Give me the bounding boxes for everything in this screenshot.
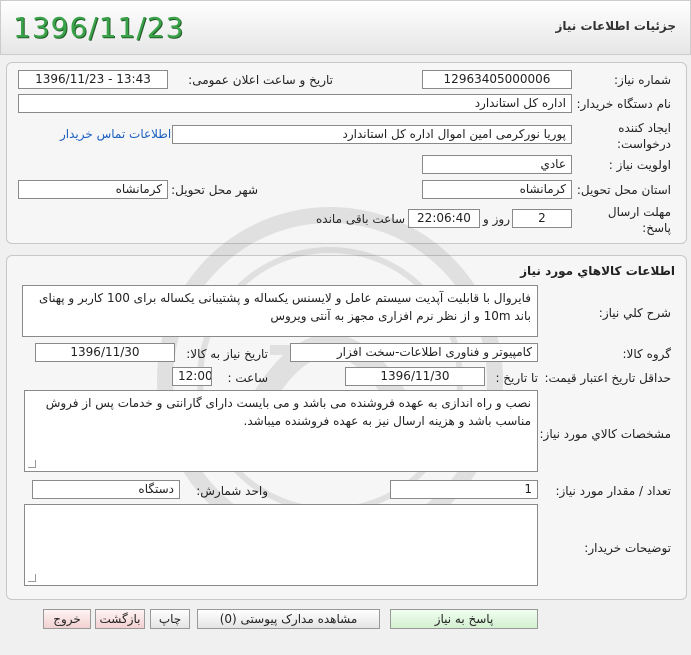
province-field: کرمانشاه [422, 180, 572, 199]
need-date-field: 1396/11/30 [35, 343, 175, 362]
page-header: 1396/11/23 جزئیات اطلاعات نیاز [0, 0, 691, 55]
group-label: گروه کالا: [622, 347, 672, 361]
buyer-notes-label: توضیحات خریدار: [584, 541, 671, 555]
contact-info-link[interactable]: اطلاعات تماس خریدار [60, 127, 171, 141]
deadline-days-field: 2 [512, 209, 572, 228]
description-text: فایروال با قابلیت آپدیت سیستم عامل و لای… [39, 291, 531, 323]
price-validity-label: حداقل تاریخ اعتبار قیمت: [544, 371, 671, 385]
deadline-label: مهلت ارسال پاسخ: [607, 205, 671, 235]
description-label: شرح کلي نياز: [598, 306, 671, 320]
qty-label: تعداد / مقدار مورد نیاز: [555, 484, 671, 498]
priority-field: عادي [422, 155, 572, 174]
resize-grip-icon[interactable] [28, 460, 36, 468]
creator-field: پوریا نورکرمی امین اموال اداره کل استاند… [172, 125, 572, 144]
remaining-word: ساعت باقی مانده [316, 212, 406, 226]
resize-grip-icon[interactable] [28, 574, 36, 582]
attachments-button[interactable]: مشاهده مدارک پیوستی (0) [197, 609, 380, 629]
city-field: کرمانشاه [18, 180, 168, 199]
city-label: شهر محل تحویل: [171, 183, 258, 197]
until-date-label: تا تاریخ : [495, 371, 538, 385]
exit-button[interactable]: خروج [43, 609, 91, 629]
need-number-label: شماره نیاز: [614, 73, 671, 87]
specs-label: مشخصات کالاي مورد نياز: [539, 427, 671, 441]
header-date: 1396/11/23 [13, 11, 185, 44]
description-textarea[interactable]: فایروال با قابلیت آپدیت سیستم عامل و لای… [22, 285, 538, 337]
days-word: روز و [483, 212, 510, 226]
announce-label: تاریخ و ساعت اعلان عمومی: [188, 73, 333, 87]
creator-label: ایجاد کننده درخواست: [617, 121, 671, 151]
specs-text: نصب و راه اندازی به عهده فروشنده می باشد… [45, 396, 531, 428]
province-label: استان محل تحویل: [576, 183, 671, 197]
need-number-field: 12963405000006 [422, 70, 572, 89]
back-button[interactable]: بازگشت [95, 609, 145, 629]
announce-field: 1396/11/23 - 13:43 [18, 70, 168, 89]
buyer-notes-textarea[interactable] [24, 504, 538, 586]
deadline-time-field: 22:06:40 [408, 209, 480, 228]
unit-field: دستگاه [32, 480, 180, 499]
hour-field: 12:00 [172, 367, 212, 386]
goods-section-title: اطلاعات کالاهاي مورد نياز [520, 264, 675, 278]
unit-label: واحد شمارش: [196, 484, 268, 498]
buyer-org-label: نام دستگاه خریدار: [576, 97, 672, 111]
until-date-field: 1396/11/30 [345, 367, 485, 386]
page-title: جزئیات اطلاعات نیاز [555, 19, 676, 33]
buyer-org-field: اداره کل استاندارد [18, 94, 572, 113]
priority-label: اولویت نیاز : [608, 158, 671, 172]
group-field: کامپیوتر و فناوری اطلاعات-سخت افزار [290, 343, 538, 362]
need-date-label: تاریخ نیاز به کالا: [186, 347, 268, 361]
print-button[interactable]: چاپ [150, 609, 190, 629]
qty-field: 1 [390, 480, 538, 499]
specs-textarea[interactable]: نصب و راه اندازی به عهده فروشنده می باشد… [24, 390, 538, 472]
reply-button[interactable]: پاسخ به نیاز [390, 609, 538, 629]
hour-label: ساعت : [227, 371, 268, 385]
